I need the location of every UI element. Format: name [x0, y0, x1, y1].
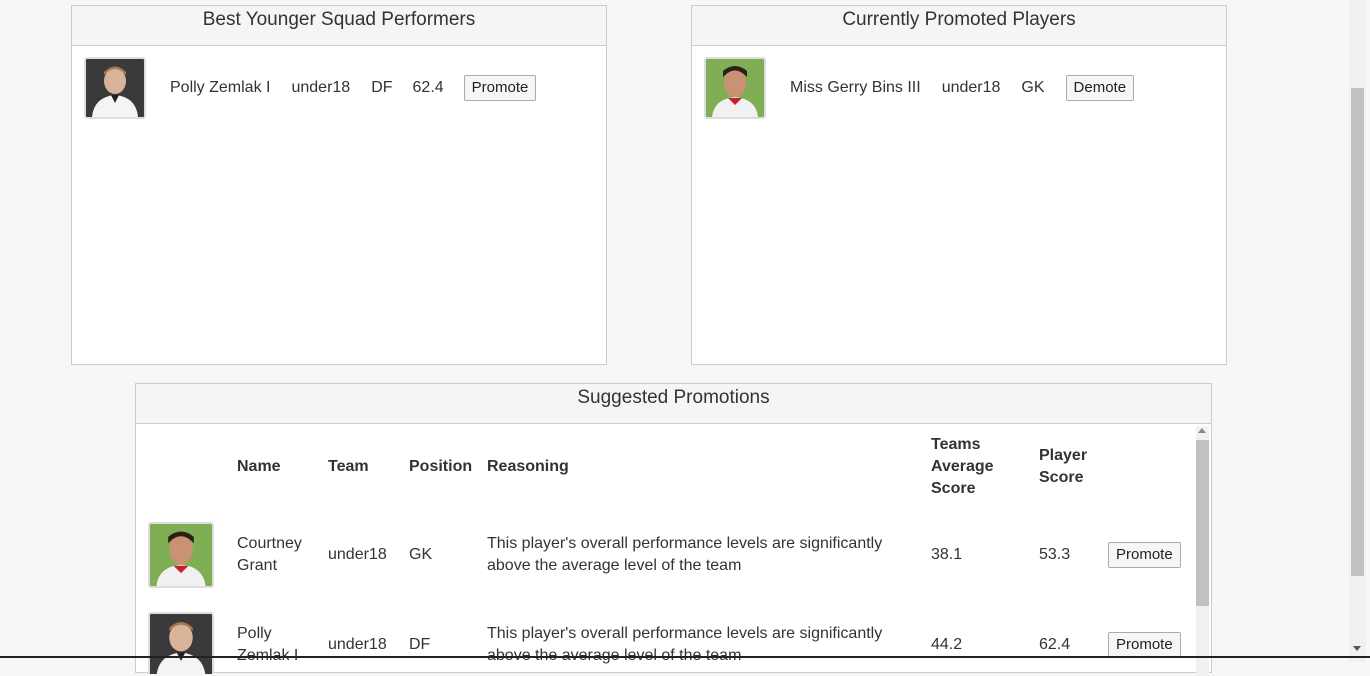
cell-player-score: 62.4	[1039, 636, 1071, 653]
window-bottom-border	[0, 656, 1370, 658]
panel-title: Best Younger Squad Performers	[72, 6, 606, 46]
suggested-table: Name Team Position Reasoning Teams Averag…	[136, 424, 1196, 674]
player-avatar	[84, 57, 146, 119]
promoted-players-panel: Currently Promoted Players Miss Gerry Bi…	[691, 5, 1227, 365]
cell-position: GK	[409, 546, 433, 563]
cell-team: under18	[328, 546, 387, 563]
panel-title: Suggested Promotions	[136, 384, 1211, 424]
scroll-up-icon[interactable]	[1198, 428, 1206, 433]
player-name: Polly Zemlak I	[170, 79, 271, 96]
col-name: Name	[237, 458, 281, 475]
page-scroll-thumb[interactable]	[1351, 88, 1364, 576]
player-position: DF	[371, 79, 393, 96]
cell-team-average: 38.1	[931, 546, 963, 563]
suggested-promotions-panel: Suggested Promotions Name Team Position …	[135, 383, 1212, 676]
table-row: PollyZemlak I under18 DF This player's o…	[136, 600, 1196, 674]
player-row: Polly Zemlak I under18 DF 62.4 Promote	[84, 57, 537, 119]
table-scroll-thumb[interactable]	[1196, 440, 1209, 606]
cell-reasoning: This player's overall performance levels…	[487, 535, 883, 574]
player-avatar	[148, 522, 214, 588]
col-player-score: Player Score	[1039, 447, 1088, 486]
demote-button[interactable]: Demote	[1065, 75, 1135, 101]
player-avatar	[148, 612, 214, 674]
col-teams-average-score: Teams Average Score	[931, 436, 994, 497]
promote-button[interactable]: Promote	[1108, 632, 1181, 658]
table-row: Courtney Grant under18 GK This player's o…	[136, 510, 1196, 600]
player-avatar	[704, 57, 766, 119]
cell-team-average: 44.2	[931, 636, 963, 653]
col-position: Position	[409, 458, 473, 475]
promote-button[interactable]: Promote	[463, 75, 537, 101]
cell-name: Courtney Grant	[237, 535, 302, 574]
cell-name: PollyZemlak I	[237, 625, 298, 664]
table-scrollbar[interactable]	[1196, 426, 1209, 676]
player-team: under18	[291, 79, 351, 96]
player-name: Miss Gerry Bins III	[790, 79, 921, 96]
cell-reasoning: This player's overall performance levels…	[487, 625, 883, 664]
player-position: GK	[1021, 79, 1045, 96]
suggested-table-container[interactable]: Name Team Position Reasoning Teams Averag…	[136, 424, 1196, 674]
promote-button[interactable]: Promote	[1108, 542, 1181, 568]
player-score: 62.4	[412, 79, 444, 96]
scroll-down-icon[interactable]	[1353, 646, 1361, 651]
panel-title: Currently Promoted Players	[692, 6, 1226, 46]
page-scrollbar[interactable]	[1349, 0, 1366, 662]
player-row: Miss Gerry Bins III under18 GK Demote	[704, 57, 1135, 119]
best-younger-panel: Best Younger Squad Performers Polly Zeml…	[71, 5, 607, 365]
table-header-row: Name Team Position Reasoning Teams Averag…	[136, 424, 1196, 510]
cell-position: DF	[409, 636, 431, 653]
col-team: Team	[328, 458, 369, 475]
col-reasoning: Reasoning	[487, 458, 569, 475]
cell-player-score: 53.3	[1039, 546, 1071, 563]
player-team: under18	[941, 79, 1001, 96]
cell-team: under18	[328, 636, 387, 653]
